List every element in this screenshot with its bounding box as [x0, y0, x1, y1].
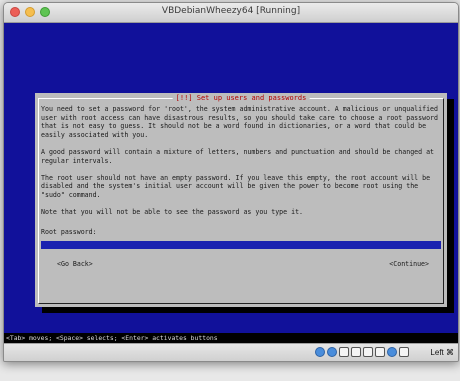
- paragraph-empty-password: The root user should not have an empty p…: [41, 173, 431, 199]
- continue-button[interactable]: <Continue>: [389, 260, 429, 268]
- hard-disk-icon[interactable]: [315, 347, 325, 357]
- go-back-button[interactable]: <Go Back>: [57, 260, 93, 268]
- paragraph-root-password: You need to set a password for 'root', t…: [41, 105, 438, 139]
- vm-screen[interactable]: [!!] Set up users and passwords You need…: [4, 23, 458, 343]
- optical-drive-icon[interactable]: [327, 347, 337, 357]
- paragraph-hidden-typing: Note that you will not be able to see th…: [41, 208, 304, 217]
- window-title: VBDebianWheezy64 [Running]: [161, 6, 301, 16]
- host-key-indicator: Left ⌘: [430, 348, 454, 357]
- title-bar[interactable]: VBDebianWheezy64 [Running]: [4, 3, 458, 23]
- installer-dialog: [!!] Set up users and passwords You need…: [35, 93, 447, 307]
- shared-folder-icon[interactable]: [351, 347, 361, 357]
- virtualbox-window: VBDebianWheezy64 [Running] [!!] Set up u…: [3, 2, 459, 362]
- capture-icon[interactable]: [387, 347, 397, 357]
- root-password-label: Root password:: [41, 228, 97, 236]
- dialog-text: You need to set a password for 'root', t…: [41, 105, 441, 225]
- paragraph-good-password: A good password will contain a mixture o…: [41, 147, 435, 165]
- keyboard-help-line: <Tab> moves; <Space> selects; <Enter> ac…: [4, 333, 458, 343]
- root-password-input[interactable]: [41, 241, 441, 249]
- display-icon[interactable]: [375, 347, 385, 357]
- mouse-integration-icon[interactable]: [399, 347, 409, 357]
- usb-icon[interactable]: [339, 347, 349, 357]
- network-icon[interactable]: [363, 347, 373, 357]
- dialog-title: [!!] Set up users and passwords: [172, 93, 310, 103]
- status-bar: Left ⌘: [4, 343, 458, 361]
